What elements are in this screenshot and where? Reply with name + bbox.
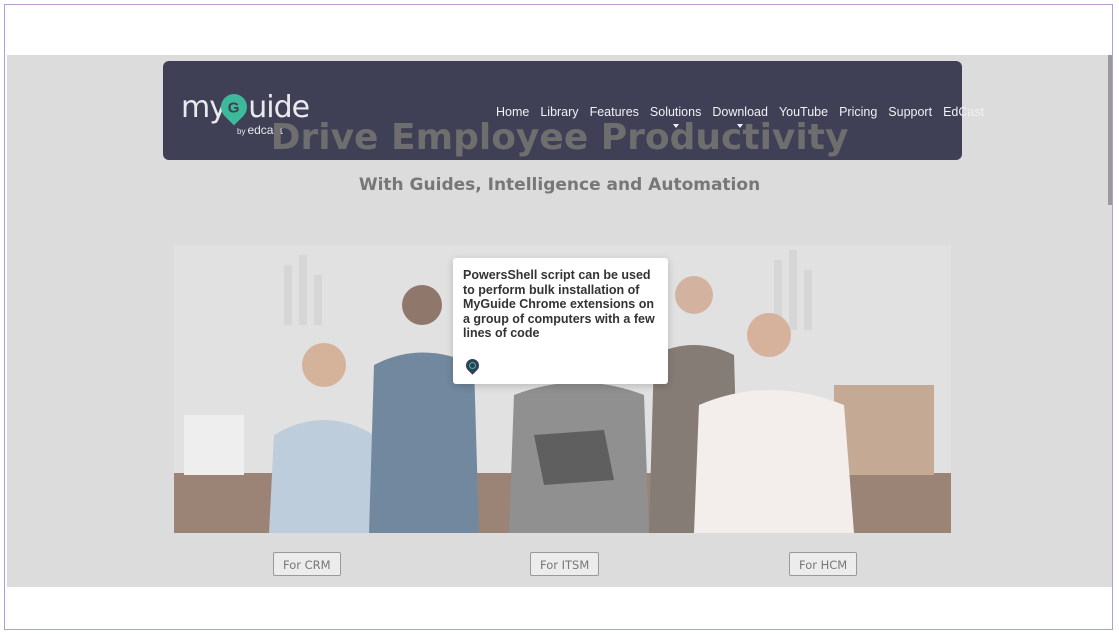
tooltip-text: PowersShell script can be used to perfor… (463, 268, 655, 340)
hero-title: Drive Employee Productivity (270, 117, 849, 158)
myguide-pin-icon[interactable] (463, 356, 482, 375)
hero-subtitle: With Guides, Intelligence and Automation (358, 175, 761, 195)
for-itsm-button[interactable]: For ITSM (530, 552, 600, 576)
guide-tooltip: PowersShell script can be used to perfor… (453, 258, 668, 384)
for-crm-button[interactable]: For CRM (273, 552, 341, 576)
for-hcm-button[interactable]: For HCM (789, 552, 858, 576)
